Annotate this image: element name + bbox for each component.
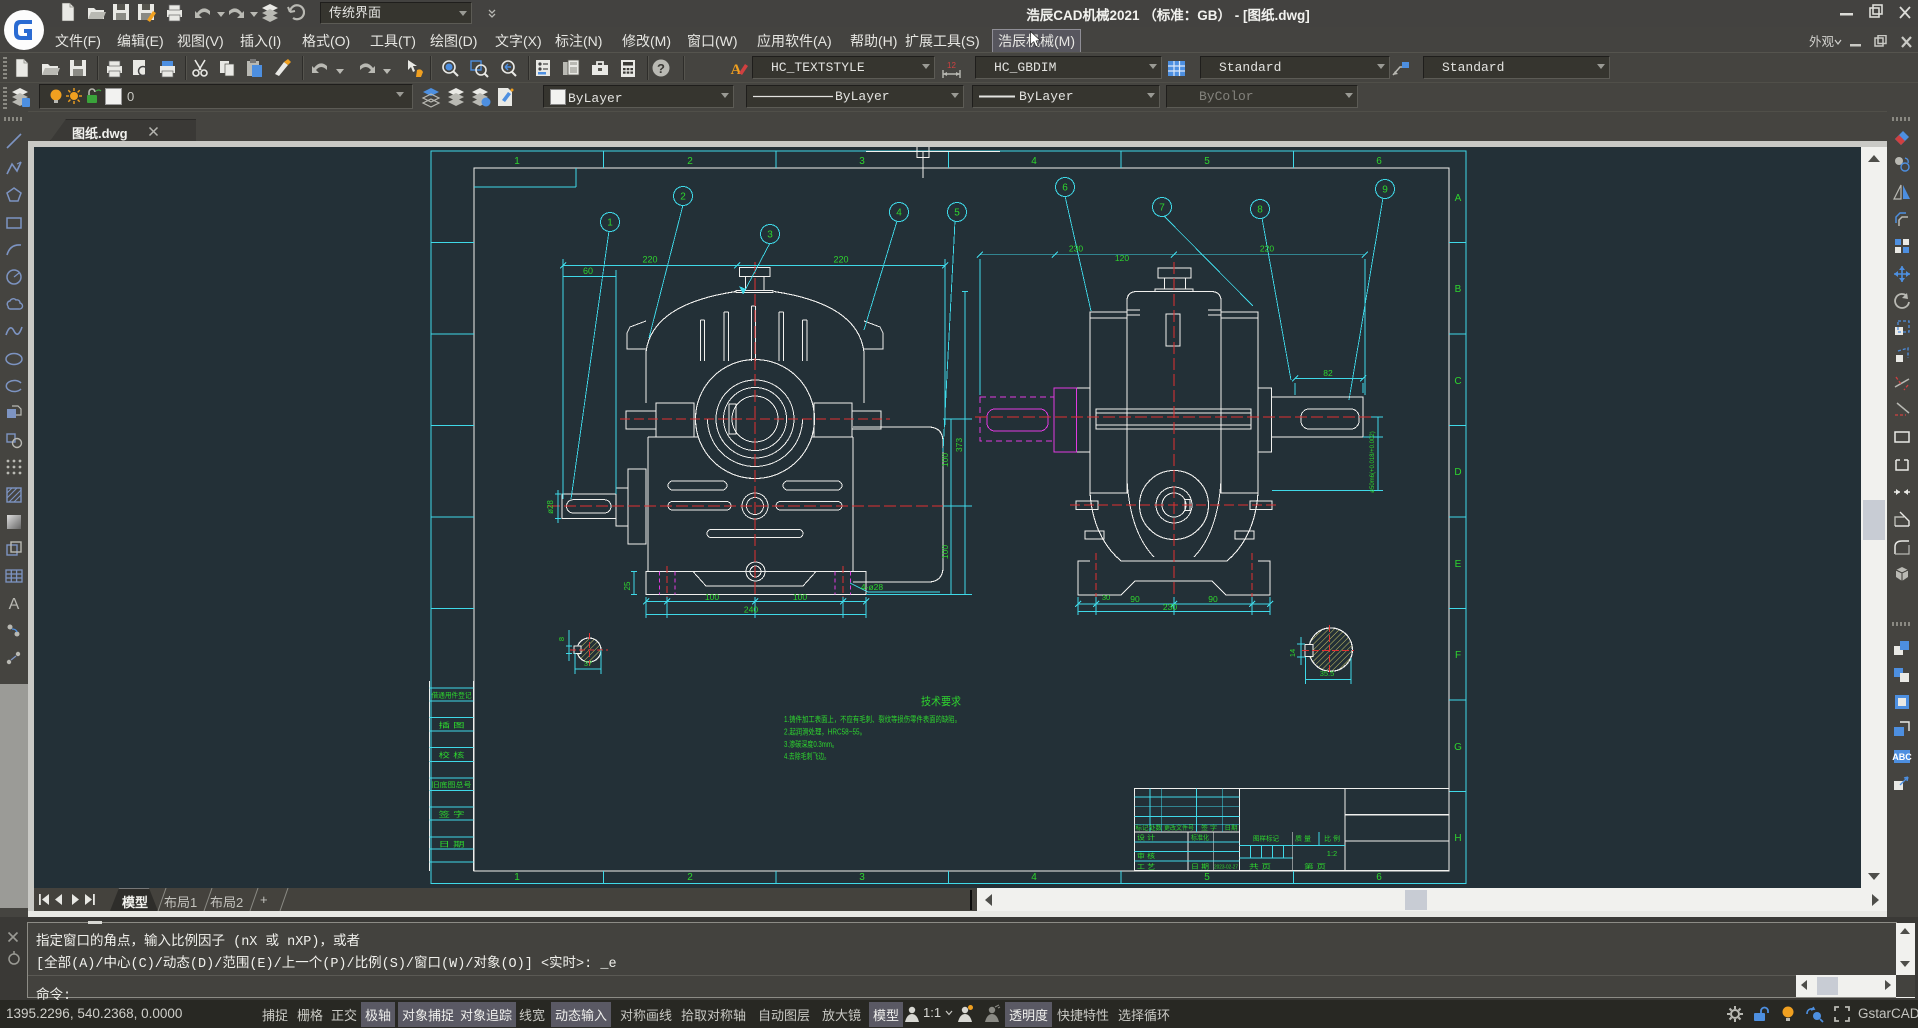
svg-text:3: 3 [859, 872, 865, 883]
svg-text:?: ? [657, 61, 665, 76]
svg-text:2: 2 [687, 156, 693, 167]
svg-text:签 字: 签 字 [1201, 824, 1217, 832]
svg-text:ø50m6(+0.018/+0.002): ø50m6(+0.018/+0.002) [1370, 431, 1376, 492]
svg-text:更改文件号: 更改文件号 [1164, 824, 1194, 832]
svg-text:3: 3 [859, 156, 865, 167]
svg-text:A: A [9, 596, 20, 613]
svg-text:4: 4 [1031, 156, 1037, 167]
svg-text:2: 2 [680, 192, 686, 203]
svg-text:质 量: 质 量 [1295, 834, 1312, 843]
svg-text:90: 90 [1208, 594, 1218, 604]
svg-text:1: 1 [607, 218, 613, 229]
svg-text:100: 100 [705, 592, 719, 602]
svg-text:6: 6 [1376, 872, 1382, 883]
svg-text:日期: 日期 [1225, 824, 1238, 832]
svg-text:C: C [1454, 376, 1461, 387]
svg-text:D: D [1454, 467, 1461, 478]
svg-text:4-ø28: 4-ø28 [861, 582, 883, 592]
svg-text:1:2: 1:2 [1327, 849, 1337, 858]
svg-text:4.去除毛刺飞边。: 4.去除毛刺飞边。 [784, 751, 830, 761]
svg-text:E: E [1455, 559, 1462, 570]
svg-text:1: 1 [514, 872, 520, 883]
svg-text:220: 220 [833, 255, 848, 265]
svg-text:100: 100 [940, 453, 950, 467]
svg-text:8: 8 [1257, 205, 1263, 216]
svg-text:2023-02-27: 2023-02-27 [1214, 865, 1238, 871]
svg-text:25: 25 [623, 581, 632, 590]
svg-text:ø28: ø28 [546, 500, 555, 514]
svg-text:G: G [1454, 742, 1462, 753]
svg-text:8: 8 [557, 637, 566, 641]
svg-text:4: 4 [1031, 872, 1037, 883]
svg-text:工 艺: 工 艺 [1137, 863, 1156, 871]
svg-text:第 页: 第 页 [1304, 862, 1327, 871]
svg-text:120: 120 [1115, 253, 1129, 263]
svg-text:100: 100 [793, 592, 807, 602]
svg-text:A: A [1455, 193, 1462, 204]
svg-text:1.铸件加工表面上，不应有毛刺、裂纹等损伤零件表面的缺陷。: 1.铸件加工表面上，不应有毛刺、裂纹等损伤零件表面的缺陷。 [784, 714, 961, 724]
svg-text:4: 4 [896, 208, 902, 219]
svg-text:82: 82 [1323, 368, 1333, 378]
svg-text:5: 5 [954, 208, 960, 219]
svg-text:5: 5 [1204, 872, 1210, 883]
svg-text:6: 6 [1062, 183, 1068, 194]
svg-text:图样标记: 图样标记 [1253, 834, 1280, 843]
svg-text:日 期: 日 期 [1191, 863, 1210, 871]
svg-text:220: 220 [642, 255, 657, 265]
svg-text:373: 373 [954, 438, 964, 452]
svg-text:2.起润滑处理，HRC58~55。: 2.起润滑处理，HRC58~55。 [784, 727, 866, 737]
svg-text:处数: 处数 [1149, 824, 1162, 832]
svg-text:2: 2 [687, 872, 693, 883]
svg-text:220: 220 [1260, 244, 1274, 254]
svg-text:14: 14 [1288, 649, 1297, 657]
svg-text:日 期: 日 期 [439, 841, 465, 849]
svg-text:审 核: 审 核 [1137, 851, 1156, 860]
svg-text:B: B [1455, 284, 1462, 295]
svg-text:100: 100 [940, 545, 950, 559]
svg-text:37: 37 [584, 659, 592, 668]
svg-text:1: 1 [514, 156, 520, 167]
svg-text:30: 30 [1102, 593, 1110, 602]
svg-text:H: H [1454, 833, 1461, 844]
svg-text:240: 240 [744, 605, 758, 615]
svg-text:6: 6 [1376, 156, 1382, 167]
svg-text:9: 9 [1382, 185, 1388, 196]
svg-text:90: 90 [1130, 594, 1140, 604]
svg-text:借通用件登记: 借通用件登记 [432, 691, 472, 700]
svg-text:旧底图总号: 旧底图总号 [432, 780, 472, 789]
svg-text:3: 3 [767, 230, 773, 241]
svg-text:ABC: ABC [1892, 752, 1912, 762]
svg-text:技术要求: 技术要求 [921, 695, 961, 708]
svg-text:7: 7 [1159, 203, 1165, 214]
svg-text:标记: 标记 [1136, 824, 1149, 832]
svg-text:标准化: 标准化 [1191, 833, 1209, 842]
svg-text:35.5: 35.5 [1320, 669, 1335, 678]
svg-text:F: F [1455, 650, 1461, 661]
svg-text:校 核: 校 核 [439, 751, 465, 760]
svg-text:签 字: 签 字 [439, 810, 465, 819]
svg-text:230: 230 [1163, 602, 1177, 612]
svg-text:12: 12 [947, 61, 956, 70]
svg-text:比 例: 比 例 [1324, 834, 1340, 843]
svg-text:A: A [731, 62, 742, 78]
svg-text:5: 5 [1204, 156, 1210, 167]
svg-text:230: 230 [1069, 244, 1083, 254]
svg-text:60: 60 [583, 266, 593, 276]
svg-text:插 图: 插 图 [439, 721, 465, 730]
svg-text:3.渗碳深度0.3mm。: 3.渗碳深度0.3mm。 [784, 739, 838, 749]
svg-text:设 计: 设 计 [1137, 833, 1156, 842]
svg-text:共 页: 共 页 [1249, 862, 1272, 871]
